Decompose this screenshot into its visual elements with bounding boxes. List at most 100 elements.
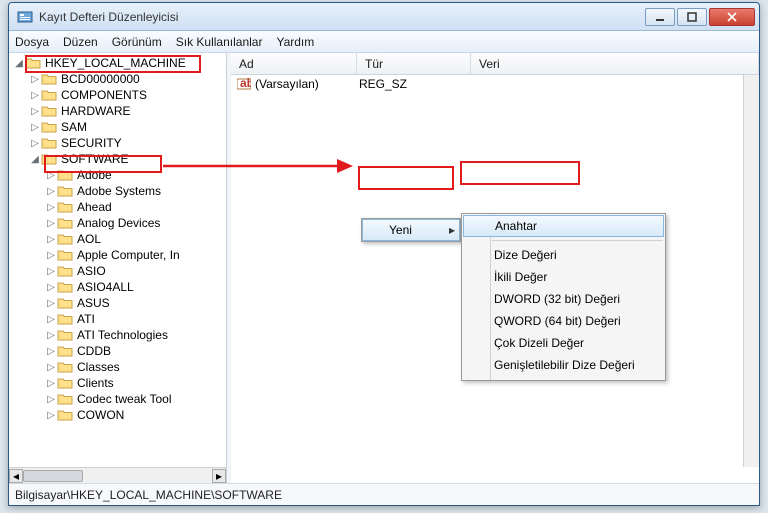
expand-arrow-icon[interactable]: ▷ xyxy=(45,362,57,373)
folder-icon xyxy=(57,360,73,374)
tree-node-adobe-systems[interactable]: ▷Adobe Systems xyxy=(13,183,226,199)
tree-node-asio4all[interactable]: ▷ASIO4ALL xyxy=(13,279,226,295)
tree-node-hklm[interactable]: ◢HKEY_LOCAL_MACHINE xyxy=(13,55,226,71)
expand-arrow-icon[interactable]: ▷ xyxy=(29,106,41,117)
hscroll-thumb[interactable] xyxy=(23,470,83,482)
tree-node-sam[interactable]: ▷SAM xyxy=(13,119,226,135)
menu-separator xyxy=(492,240,663,241)
tree-node-hardware[interactable]: ▷HARDWARE xyxy=(13,103,226,119)
expand-arrow-icon[interactable]: ▷ xyxy=(45,378,57,389)
menu-help[interactable]: Yardım xyxy=(276,35,314,49)
expand-arrow-icon[interactable]: ▷ xyxy=(29,74,41,85)
tree-hscrollbar[interactable]: ◂ ▸ xyxy=(9,467,226,483)
folder-icon xyxy=(41,72,57,86)
value-type: REG_SZ xyxy=(357,77,471,91)
folder-icon xyxy=(57,312,73,326)
expand-arrow-icon[interactable]: ▷ xyxy=(45,234,57,245)
column-type[interactable]: Tür xyxy=(357,53,471,74)
scroll-left-button[interactable]: ◂ xyxy=(9,469,23,483)
list-header[interactable]: Ad Tür Veri xyxy=(231,53,759,75)
tree-node-aol[interactable]: ▷AOL xyxy=(13,231,226,247)
folder-icon xyxy=(57,376,73,390)
tree-pane[interactable]: ◢HKEY_LOCAL_MACHINE▷BCD00000000▷COMPONEN… xyxy=(9,53,227,483)
expand-arrow-icon[interactable]: ▷ xyxy=(45,202,57,213)
tree-node-asio[interactable]: ▷ASIO xyxy=(13,263,226,279)
tree-node-clients[interactable]: ▷Clients xyxy=(13,375,226,391)
folder-icon xyxy=(41,136,57,150)
tree-node-classes[interactable]: ▷Classes xyxy=(13,359,226,375)
window-title: Kayıt Defteri Düzenleyicisi xyxy=(39,10,645,24)
window-controls xyxy=(645,8,755,26)
tree-node-ahead[interactable]: ▷Ahead xyxy=(13,199,226,215)
tree-node-analog-devices[interactable]: ▷Analog Devices xyxy=(13,215,226,231)
column-name[interactable]: Ad xyxy=(231,53,357,74)
tree-node-apple-computer-in[interactable]: ▷Apple Computer, In xyxy=(13,247,226,263)
tree-node-codec-tweak-tool[interactable]: ▷Codec tweak Tool xyxy=(13,391,226,407)
folder-icon xyxy=(57,248,73,262)
list-row-default[interactable]: ab (Varsayılan) REG_SZ xyxy=(231,75,759,93)
maximize-button[interactable] xyxy=(677,8,707,26)
folder-icon xyxy=(25,56,41,70)
expand-arrow-icon[interactable]: ▷ xyxy=(45,170,57,181)
context-submenu[interactable]: Anahtar Dize Değeri İkili Değer DWORD (3… xyxy=(461,213,666,381)
expand-arrow-icon[interactable]: ▷ xyxy=(45,346,57,357)
folder-icon xyxy=(57,232,73,246)
expand-arrow-icon[interactable]: ▷ xyxy=(45,410,57,421)
expand-arrow-icon[interactable]: ▷ xyxy=(29,138,41,149)
expand-arrow-icon[interactable]: ▷ xyxy=(45,218,57,229)
tree-node-cowon[interactable]: ▷COWON xyxy=(13,407,226,423)
tree-node-software[interactable]: ◢SOFTWARE xyxy=(13,151,226,167)
app-icon xyxy=(17,9,33,25)
value-name: (Varsayılan) xyxy=(255,77,319,91)
expand-arrow-icon[interactable]: ▷ xyxy=(45,282,57,293)
ctx-item-key[interactable]: Anahtar xyxy=(463,215,664,237)
folder-icon xyxy=(57,200,73,214)
folder-icon xyxy=(41,120,57,134)
expand-arrow-icon[interactable]: ▷ xyxy=(45,394,57,405)
folder-icon xyxy=(57,408,73,422)
tree-node-ati[interactable]: ▷ATI xyxy=(13,311,226,327)
ctx-item-expandstring[interactable]: Genişletilebilir Dize Değeri xyxy=(462,354,665,376)
menu-view[interactable]: Görünüm xyxy=(112,35,162,49)
ctx-item-qword[interactable]: QWORD (64 bit) Değeri xyxy=(462,310,665,332)
expand-arrow-icon[interactable]: ▷ xyxy=(29,122,41,133)
expand-arrow-icon[interactable]: ▷ xyxy=(45,330,57,341)
expand-arrow-icon[interactable]: ▷ xyxy=(45,186,57,197)
titlebar[interactable]: Kayıt Defteri Düzenleyicisi xyxy=(9,3,759,31)
list-vscrollbar[interactable] xyxy=(743,75,759,467)
menubar[interactable]: Dosya Düzen Görünüm Sık Kullanılanlar Ya… xyxy=(9,31,759,53)
string-value-icon: ab xyxy=(237,77,251,91)
context-menu-new[interactable]: Yeni ▸ xyxy=(361,218,461,242)
expand-arrow-icon[interactable]: ◢ xyxy=(29,154,41,165)
expand-arrow-icon[interactable]: ▷ xyxy=(45,298,57,309)
tree-node-asus[interactable]: ▷ASUS xyxy=(13,295,226,311)
tree-node-ati-technologies[interactable]: ▷ATI Technologies xyxy=(13,327,226,343)
folder-icon xyxy=(57,328,73,342)
registry-tree[interactable]: ◢HKEY_LOCAL_MACHINE▷BCD00000000▷COMPONEN… xyxy=(9,53,226,467)
ctx-item-multistring[interactable]: Çok Dizeli Değer xyxy=(462,332,665,354)
menu-edit[interactable]: Düzen xyxy=(63,35,98,49)
minimize-button[interactable] xyxy=(645,8,675,26)
tree-node-components[interactable]: ▷COMPONENTS xyxy=(13,87,226,103)
expand-arrow-icon[interactable]: ◢ xyxy=(13,58,25,69)
folder-icon xyxy=(41,104,57,118)
menu-file[interactable]: Dosya xyxy=(15,35,49,49)
ctx-item-string[interactable]: Dize Değeri xyxy=(462,244,665,266)
ctx-new-item[interactable]: Yeni ▸ xyxy=(362,219,460,241)
scroll-right-button[interactable]: ▸ xyxy=(212,469,226,483)
tree-node-adobe[interactable]: ▷Adobe xyxy=(13,167,226,183)
ctx-item-binary[interactable]: İkili Değer xyxy=(462,266,665,288)
column-data[interactable]: Veri xyxy=(471,53,759,74)
expand-arrow-icon[interactable]: ▷ xyxy=(45,250,57,261)
menu-favorites[interactable]: Sık Kullanılanlar xyxy=(176,35,263,49)
folder-icon xyxy=(57,264,73,278)
tree-node-bcd00000000[interactable]: ▷BCD00000000 xyxy=(13,71,226,87)
expand-arrow-icon[interactable]: ▷ xyxy=(29,90,41,101)
tree-node-cddb[interactable]: ▷CDDB xyxy=(13,343,226,359)
tree-node-security[interactable]: ▷SECURITY xyxy=(13,135,226,151)
close-button[interactable] xyxy=(709,8,755,26)
folder-icon xyxy=(57,296,73,310)
expand-arrow-icon[interactable]: ▷ xyxy=(45,266,57,277)
expand-arrow-icon[interactable]: ▷ xyxy=(45,314,57,325)
ctx-item-dword[interactable]: DWORD (32 bit) Değeri xyxy=(462,288,665,310)
